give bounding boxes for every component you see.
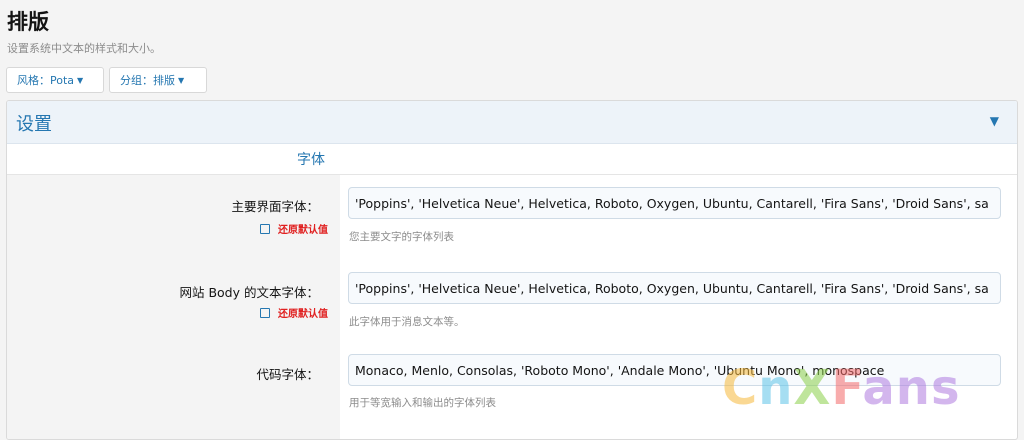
code-font-label: 代码字体： bbox=[256, 367, 319, 382]
main-font-revert[interactable]: 还原默认值 bbox=[260, 221, 328, 236]
code-font-hint: 用于等宽输入和输出的字体列表 bbox=[349, 397, 496, 409]
group-select-button[interactable]: 分组：排版 ▼ bbox=[109, 67, 207, 93]
style-select-button[interactable]: 风格：Pota ▼ bbox=[6, 67, 104, 93]
panel-title: 设置 bbox=[16, 114, 52, 135]
main-font-label: 主要界面字体： bbox=[231, 199, 319, 214]
style-select-value: Pota bbox=[50, 74, 75, 87]
collapse-toggle-icon[interactable]: ▼ bbox=[990, 114, 999, 128]
panel-header[interactable]: 设置 ▼ bbox=[7, 101, 1017, 144]
checkbox-icon[interactable] bbox=[260, 224, 270, 234]
group-select-label: 分组： bbox=[120, 74, 153, 87]
main-font-hint: 您主要文字的字体列表 bbox=[349, 231, 454, 243]
section-title-fonts: 字体 bbox=[297, 152, 325, 168]
watermark-logo: CnXFans bbox=[722, 360, 961, 416]
caret-down-icon: ▼ bbox=[178, 76, 185, 85]
main-font-input[interactable] bbox=[348, 187, 1001, 219]
group-select-value: 排版 bbox=[153, 74, 175, 87]
caret-down-icon: ▼ bbox=[77, 76, 84, 85]
checkbox-icon[interactable] bbox=[260, 308, 270, 318]
body-font-hint: 此字体用于消息文本等。 bbox=[349, 316, 465, 328]
body-font-revert[interactable]: 还原默认值 bbox=[260, 305, 328, 320]
page-title: 排版 bbox=[7, 10, 49, 34]
page-description: 设置系统中文本的样式和大小。 bbox=[7, 42, 161, 55]
body-font-label: 网站 Body 的文本字体： bbox=[179, 285, 319, 300]
style-select-label: 风格： bbox=[17, 74, 50, 87]
body-font-input[interactable] bbox=[348, 272, 1001, 304]
